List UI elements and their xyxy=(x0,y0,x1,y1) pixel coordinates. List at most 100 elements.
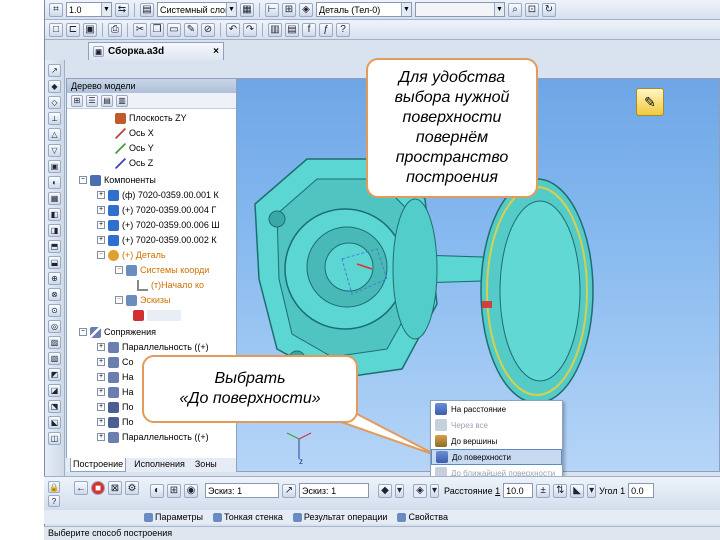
refresh-icon[interactable]: ↻ xyxy=(542,2,556,17)
panel-lock-icon[interactable]: 🔒 xyxy=(48,481,60,493)
tree-node-components[interactable]: − Компоненты xyxy=(79,173,156,187)
undo-icon[interactable]: ↶ xyxy=(226,22,240,37)
save-icon[interactable]: ▣ xyxy=(83,22,97,37)
tool-14-icon[interactable]: ⊕ xyxy=(48,272,61,285)
tree-node-comp-002[interactable]: + (+) 7020-0359.00.002 К xyxy=(97,233,217,247)
panel-help-icon[interactable]: ? xyxy=(48,495,60,507)
tree-order-icon[interactable]: ☰ xyxy=(86,94,98,107)
zoom-icon[interactable]: ⌕ xyxy=(508,2,522,17)
tree-node-coord-systems[interactable]: − Системы коорди xyxy=(115,263,209,277)
tool-8-icon[interactable]: ◐ xyxy=(48,176,61,189)
stop-icon[interactable]: ■ xyxy=(91,481,105,495)
tree-node-mate-1[interactable]: + Параллельность ((+) xyxy=(97,340,209,354)
snap-icon[interactable]: ⇆ xyxy=(115,2,129,17)
tree-node-mate-5[interactable]: + По xyxy=(97,400,133,414)
layer-props-icon[interactable]: ▦ xyxy=(240,2,254,17)
tool-17-icon[interactable]: ◎ xyxy=(48,320,61,333)
scale-combo[interactable]: 1.0 ▼ xyxy=(66,2,112,17)
direction-dropdown-icon[interactable]: ▾ xyxy=(395,483,404,498)
angle-field[interactable]: 0.0 xyxy=(628,483,655,498)
tool-20-icon[interactable]: ◩ xyxy=(48,368,61,381)
tool-24-icon[interactable]: ◫ xyxy=(48,432,61,445)
layer-icon[interactable]: ▤ xyxy=(140,2,154,17)
print-icon[interactable]: ⎙ xyxy=(108,22,122,37)
help-icon[interactable]: ? xyxy=(336,22,350,37)
grid-icon[interactable]: ⌗ xyxy=(49,2,63,17)
tab-versions[interactable]: Исполнения xyxy=(132,458,187,472)
back-arrow-icon[interactable]: ← xyxy=(74,481,88,495)
tree-node-comp-001[interactable]: + (ф) 7020-0359.00.001 К xyxy=(97,188,219,202)
tool-10-icon[interactable]: ◧ xyxy=(48,208,61,221)
tree-collapse-icon[interactable]: ▥ xyxy=(116,94,128,107)
layer-combo[interactable]: Системный слой (0) ▼ xyxy=(157,2,237,17)
tab-construction[interactable]: Построение xyxy=(70,458,127,472)
library-icon[interactable]: ▤ xyxy=(285,22,299,37)
tool-18-icon[interactable]: ▨ xyxy=(48,336,61,349)
tool-6-icon[interactable]: ▽ xyxy=(48,144,61,157)
format-icon[interactable]: ✎ xyxy=(184,22,198,37)
tool-3-icon[interactable]: ◇ xyxy=(48,96,61,109)
tab-zones[interactable]: Зоны xyxy=(193,458,219,472)
menu-item-to-vertex[interactable]: До вершины xyxy=(431,433,562,449)
tree-node-axis-x[interactable]: Ось X xyxy=(115,126,154,140)
menu-item-to-surface[interactable]: До поверхности xyxy=(431,449,562,465)
draft-icon[interactable]: ◣ xyxy=(570,483,585,498)
tool-16-icon[interactable]: ⊙ xyxy=(48,304,61,317)
tool-13-icon[interactable]: ⬓ xyxy=(48,256,61,269)
method-icon[interactable]: ◈ xyxy=(413,483,427,498)
redo-icon[interactable]: ↷ xyxy=(243,22,257,37)
draft-dropdown-icon[interactable]: ▾ xyxy=(587,483,597,498)
tree-node-mates[interactable]: − Сопряжения xyxy=(79,325,156,339)
create-object-icon[interactable]: ⊠ xyxy=(108,481,122,495)
distance-field[interactable]: 10.0 xyxy=(503,483,534,498)
direction-icon[interactable]: ↗ xyxy=(282,483,296,498)
tree-node-sketches[interactable]: − Эскизы xyxy=(115,293,171,307)
tree-node-mate-3[interactable]: + На xyxy=(97,370,134,384)
tool-12-icon[interactable]: ⬒ xyxy=(48,240,61,253)
tool-23-icon[interactable]: ⬕ xyxy=(48,416,61,429)
tab-thin-wall[interactable]: Тонкая стенка xyxy=(212,510,283,524)
function-icon[interactable]: ƒ xyxy=(319,22,333,37)
cut-icon[interactable]: ✂ xyxy=(133,22,147,37)
tree-node-comp-006[interactable]: + (+) 7020-0359.00.006 Ш xyxy=(97,218,220,232)
tree-view-icon[interactable]: ⊞ xyxy=(71,94,83,107)
tab-parameters[interactable]: Параметры xyxy=(144,510,203,524)
sketch-filter-icon[interactable]: ◉ xyxy=(184,483,198,498)
menu-item-distance[interactable]: На расстояние xyxy=(431,401,562,417)
tool-19-icon[interactable]: ▧ xyxy=(48,352,61,365)
tree-node-part[interactable]: − (+) Деталь xyxy=(97,248,166,262)
tab-operation-result[interactable]: Результат операции xyxy=(292,510,387,524)
open-file-icon[interactable]: ⊏ xyxy=(66,22,80,37)
part-icon[interactable]: ◈ xyxy=(299,2,313,17)
sketch-field[interactable]: Эскиз: 1 xyxy=(205,483,279,498)
local-cs-icon[interactable]: ⊞ xyxy=(282,2,296,17)
tree-node-plane-zy[interactable]: Плоскость ZY xyxy=(115,111,187,125)
link-icon[interactable]: ⊘ xyxy=(201,22,215,37)
tab-properties[interactable]: Свойства xyxy=(397,510,448,524)
tool-21-icon[interactable]: ◪ xyxy=(48,384,61,397)
manager-icon[interactable]: ▥ xyxy=(268,22,282,37)
tool-1-icon[interactable]: ↗ xyxy=(48,64,61,77)
tree-node-mate-4[interactable]: + На xyxy=(97,385,134,399)
tool-2-icon[interactable]: ◆ xyxy=(48,80,61,93)
paste-icon[interactable]: ▭ xyxy=(167,22,181,37)
tool-11-icon[interactable]: ◨ xyxy=(48,224,61,237)
reverse-icon[interactable]: ⇅ xyxy=(553,483,568,498)
copy-icon[interactable]: ❐ xyxy=(150,22,164,37)
variables-icon[interactable]: f xyxy=(302,22,316,37)
tree-node-mate-7[interactable]: + Параллельность ((+) xyxy=(97,430,209,444)
tree-node-mate-2[interactable]: + Со xyxy=(97,355,134,369)
tool-22-icon[interactable]: ⬔ xyxy=(48,400,61,413)
tool-9-icon[interactable]: ▦ xyxy=(48,192,61,205)
tool-15-icon[interactable]: ⊗ xyxy=(48,288,61,301)
tools-icon[interactable]: ⚙ xyxy=(125,481,139,495)
ortho-icon[interactable]: ⊢ xyxy=(265,2,279,17)
part-combo[interactable]: Деталь (Тел-0) ▼ xyxy=(316,2,412,17)
extrude-direction-icon[interactable]: ◆ xyxy=(378,483,392,498)
tree-filter-icon[interactable]: ▤ xyxy=(101,94,113,107)
tree-node-sketch-selected[interactable] xyxy=(133,308,181,322)
distance-spin-icon[interactable]: ± xyxy=(536,483,551,498)
sketch2-field[interactable]: Эскиз: 1 xyxy=(299,483,369,498)
tool-7-icon[interactable]: ▣ xyxy=(48,160,61,173)
document-tab[interactable]: ▣ Сборка.a3d × xyxy=(88,42,224,60)
